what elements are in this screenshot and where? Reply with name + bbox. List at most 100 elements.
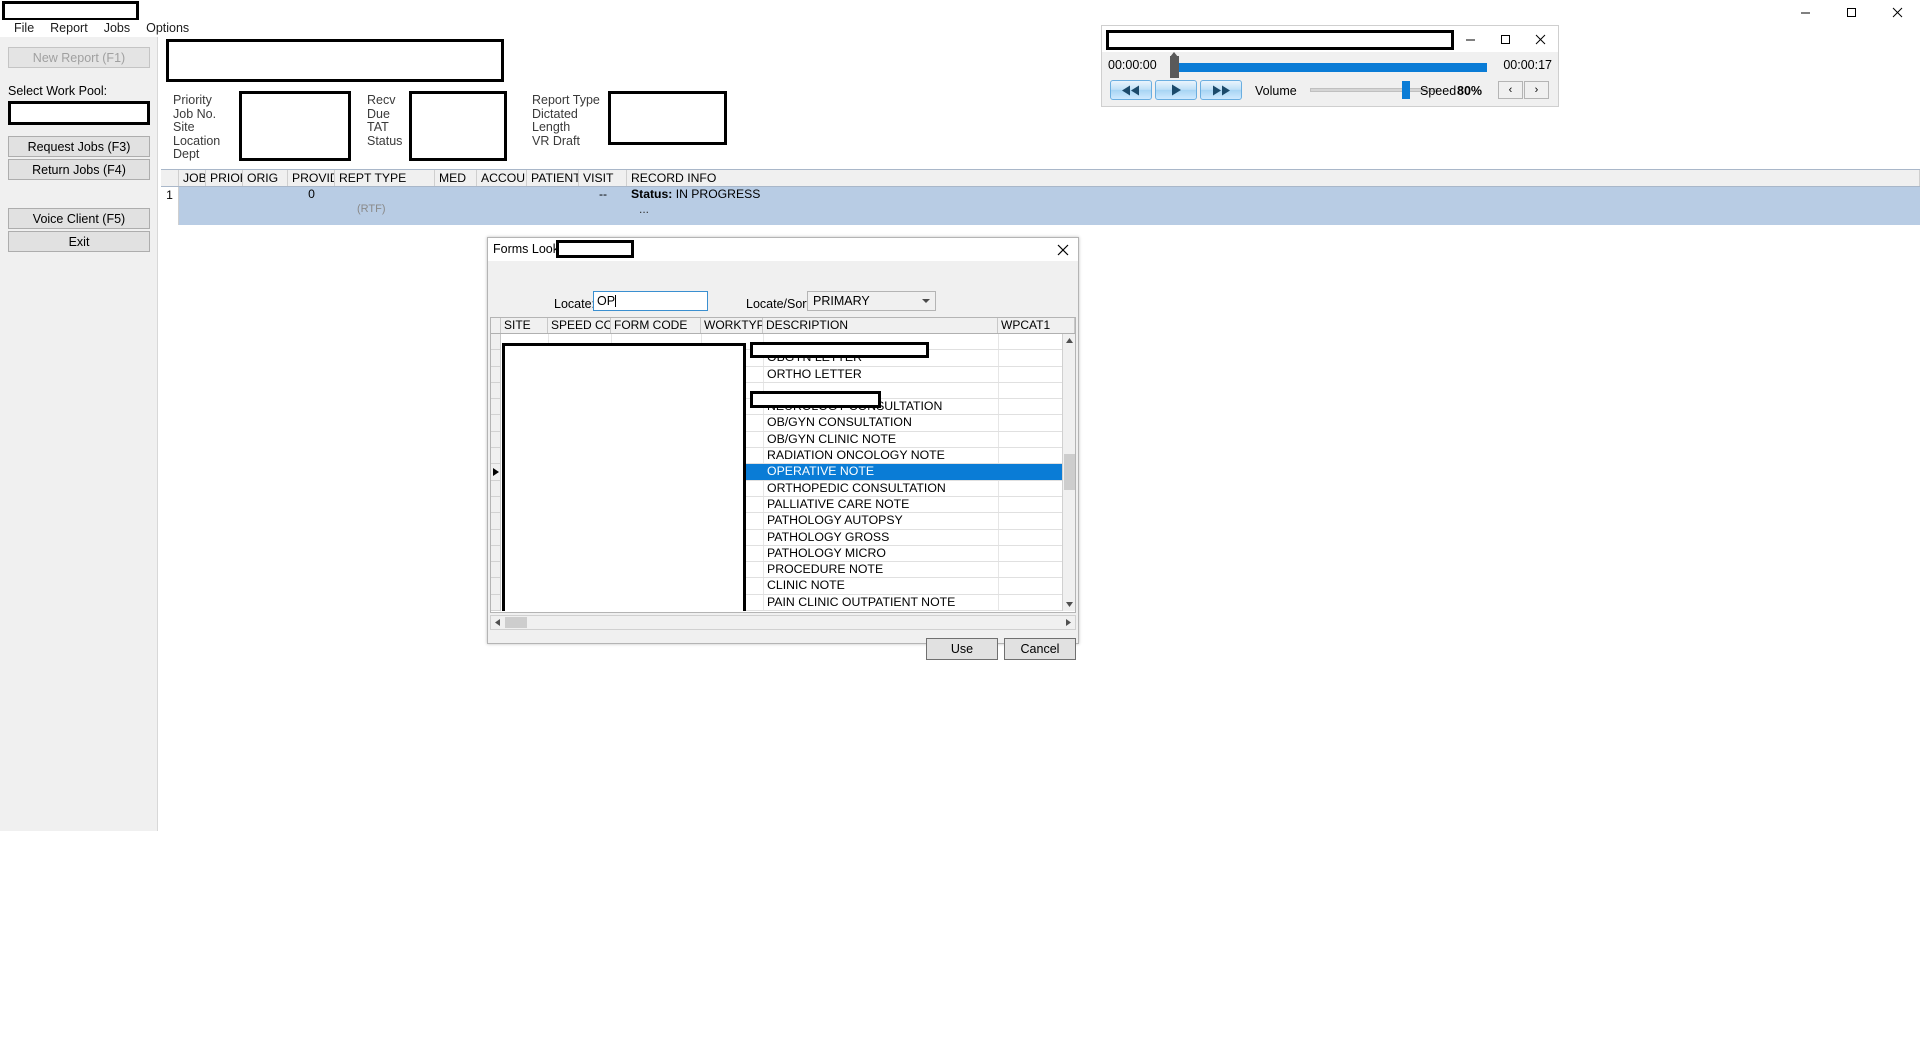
label-site: Site bbox=[173, 120, 195, 134]
playback-progress-bar[interactable] bbox=[1174, 63, 1487, 72]
forms-grid-vscrollbar[interactable] bbox=[1062, 334, 1075, 611]
forms-row-header[interactable] bbox=[491, 578, 500, 595]
cell-description: ORTHO LETTER bbox=[764, 366, 999, 382]
rewind-button[interactable] bbox=[1110, 80, 1152, 100]
speed-value: 80% bbox=[1457, 84, 1483, 98]
scroll-down-button[interactable] bbox=[1063, 598, 1075, 611]
request-jobs-button[interactable]: Request Jobs (F3) bbox=[8, 136, 150, 157]
column-speed-code[interactable]: SPEED CODE bbox=[548, 318, 611, 333]
forms-row-header[interactable] bbox=[491, 595, 500, 611]
dialog-body: Locate: OP Locate/Sort by: PRIMARY SITE … bbox=[488, 261, 1078, 660]
new-report-button[interactable]: New Report (F1) bbox=[8, 47, 150, 68]
column-record-info[interactable]: RECORD INFO bbox=[627, 170, 1920, 186]
row-header-column bbox=[491, 334, 501, 611]
column-provid[interactable]: PROVID bbox=[288, 170, 335, 186]
forms-left-columns-redacted bbox=[502, 343, 746, 611]
cell-description: RADIATION ONCOLOGY NOTE bbox=[764, 448, 999, 464]
sort-select[interactable]: PRIMARY bbox=[807, 291, 936, 311]
column-job[interactable]: JOB bbox=[179, 170, 206, 186]
locate-input[interactable]: OP bbox=[593, 291, 708, 311]
column-med[interactable]: MED bbox=[435, 170, 477, 186]
hscroll-thumb[interactable] bbox=[505, 617, 527, 628]
label-job-no: Job No. bbox=[173, 106, 217, 121]
column-visit[interactable]: VISIT bbox=[579, 170, 627, 186]
forms-row-header[interactable] bbox=[491, 562, 500, 579]
column-worktype[interactable]: WORKTYPE bbox=[701, 318, 763, 333]
chevron-down-icon bbox=[1066, 602, 1073, 607]
column-orig[interactable]: ORIG bbox=[243, 170, 288, 186]
forms-row-header[interactable] bbox=[491, 350, 500, 367]
column-priority[interactable]: PRIORI bbox=[206, 170, 243, 186]
column-patient[interactable]: PATIENT bbox=[527, 170, 579, 186]
forms-row-header[interactable] bbox=[491, 367, 500, 383]
label-due: Due bbox=[367, 106, 390, 121]
description-row-4-redacted bbox=[750, 391, 881, 408]
forms-grid-corner bbox=[491, 318, 501, 333]
cancel-button[interactable]: Cancel bbox=[1004, 638, 1076, 660]
forms-row-header[interactable] bbox=[491, 415, 500, 432]
fast-forward-button[interactable] bbox=[1200, 80, 1242, 100]
volume-slider-track[interactable] bbox=[1310, 88, 1438, 92]
table-row[interactable]: 1 0 (RTF) -- Status: IN PROGRESS ... bbox=[161, 187, 1920, 225]
play-button[interactable] bbox=[1155, 80, 1197, 100]
close-icon bbox=[1057, 244, 1069, 256]
dialog-close-button[interactable] bbox=[1052, 241, 1074, 259]
menu-bar: File Report Jobs Options bbox=[0, 20, 1920, 36]
volume-slider-thumb[interactable] bbox=[1402, 81, 1410, 99]
speed-decrease-button[interactable]: ‹ bbox=[1498, 81, 1523, 99]
left-sidebar: New Report (F1) Select Work Pool: Reques… bbox=[0, 37, 158, 831]
scroll-up-button[interactable] bbox=[1063, 334, 1075, 347]
details-values-redacted-3 bbox=[608, 91, 727, 145]
label-status: Status bbox=[367, 133, 403, 148]
use-button[interactable]: Use bbox=[926, 638, 998, 660]
forms-grid-header: SITE SPEED CODE FORM CODE WORKTYPE DESCR… bbox=[491, 318, 1075, 334]
vscroll-thumb[interactable] bbox=[1064, 454, 1075, 490]
playback-slider-thumb[interactable] bbox=[1170, 52, 1179, 78]
player-minimize-button[interactable] bbox=[1453, 27, 1488, 51]
column-rept-type[interactable]: REPT TYPE bbox=[335, 170, 435, 186]
forms-row-header[interactable] bbox=[491, 432, 500, 449]
player-maximize-button[interactable] bbox=[1488, 27, 1523, 51]
forms-row-header[interactable] bbox=[491, 546, 500, 563]
cell-description: PROCEDURE NOTE bbox=[764, 562, 999, 578]
current-row-arrow-icon bbox=[493, 468, 499, 477]
player-close-button[interactable] bbox=[1523, 27, 1558, 51]
forms-grid: SITE SPEED CODE FORM CODE WORKTYPE DESCR… bbox=[490, 317, 1076, 613]
column-wpcat1[interactable]: WPCAT1 bbox=[998, 318, 1075, 333]
chevron-up-icon bbox=[1066, 338, 1073, 343]
menu-item-file[interactable]: File bbox=[6, 20, 42, 36]
forms-grid-hscrollbar[interactable] bbox=[490, 615, 1076, 630]
menu-item-report[interactable]: Report bbox=[42, 20, 96, 36]
exit-button[interactable]: Exit bbox=[8, 231, 150, 252]
forms-row-header[interactable] bbox=[491, 530, 500, 546]
menu-item-jobs[interactable]: Jobs bbox=[96, 20, 138, 36]
dialog-title-bar: Forms Lookup bbox=[488, 238, 1078, 261]
menu-item-options[interactable]: Options bbox=[138, 20, 197, 36]
return-jobs-button[interactable]: Return Jobs (F4) bbox=[8, 159, 150, 180]
forms-row-header[interactable] bbox=[491, 497, 500, 514]
speed-increase-button[interactable]: › bbox=[1524, 81, 1549, 99]
forms-row-header[interactable] bbox=[491, 448, 500, 465]
cell-description: PALLIATIVE CARE NOTE bbox=[764, 496, 999, 513]
forms-lookup-dialog: Forms Lookup Locate: OP Locate/Sort by: … bbox=[487, 237, 1079, 660]
forms-row-header[interactable] bbox=[491, 383, 500, 400]
scroll-right-button[interactable] bbox=[1062, 616, 1075, 629]
work-pool-select-redacted[interactable] bbox=[8, 101, 150, 125]
forms-row-header[interactable] bbox=[491, 481, 500, 497]
forms-row-header[interactable] bbox=[491, 399, 500, 416]
cell-description: PATHOLOGY GROSS bbox=[764, 529, 999, 545]
column-site[interactable]: SITE bbox=[501, 318, 548, 333]
column-description[interactable]: DESCRIPTION bbox=[763, 318, 998, 333]
player-controls-row: Volume Speed 80% ‹ › bbox=[1102, 79, 1558, 105]
voice-client-button[interactable]: Voice Client (F5) bbox=[8, 208, 150, 229]
details-column-recv: Recv Due TAT Status bbox=[367, 93, 403, 148]
dialog-title-redacted bbox=[556, 240, 634, 258]
scroll-left-button[interactable] bbox=[491, 616, 504, 629]
forms-row-header[interactable] bbox=[491, 464, 500, 481]
chevron-right-icon bbox=[1066, 619, 1071, 626]
play-icon bbox=[1172, 84, 1181, 96]
forms-row-header[interactable] bbox=[491, 513, 500, 530]
forms-row-header[interactable] bbox=[491, 334, 500, 351]
column-accou[interactable]: ACCOU bbox=[477, 170, 527, 186]
column-form-code[interactable]: FORM CODE bbox=[611, 318, 701, 333]
